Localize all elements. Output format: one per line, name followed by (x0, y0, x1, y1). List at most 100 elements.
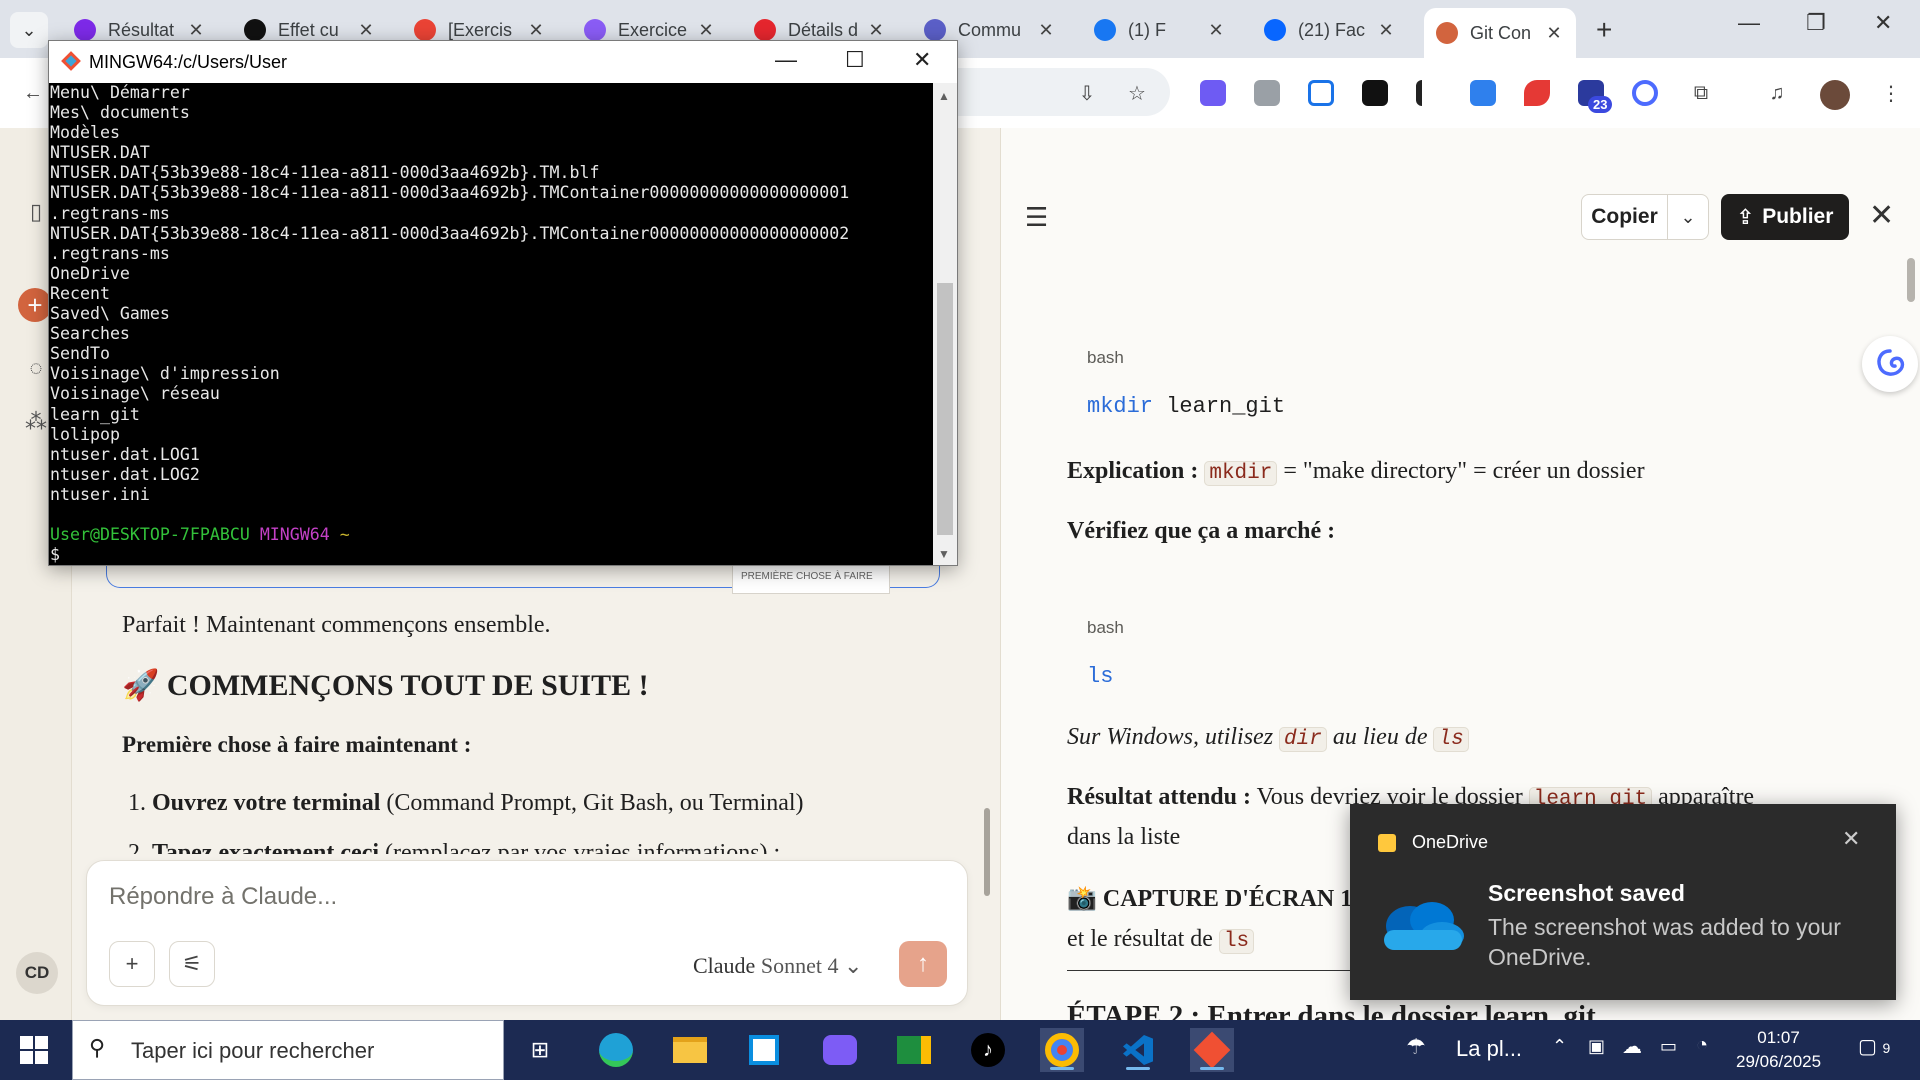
terminal-line: SendTo (50, 344, 110, 364)
tiktok-icon[interactable]: ♪ (966, 1028, 1010, 1072)
user-avatar[interactable]: CD (16, 952, 58, 994)
publish-button[interactable]: ⇪ Publier (1721, 194, 1849, 240)
weather-icon[interactable]: ☂ (1406, 1034, 1426, 1060)
onedrive-notification[interactable]: OneDrive ✕ Screenshot saved The screensh… (1350, 804, 1896, 1000)
restore-window-button[interactable]: ❐ (1806, 10, 1826, 36)
extension-sparkle-icon[interactable] (1200, 80, 1226, 106)
battery-icon[interactable]: ▭ (1660, 1036, 1677, 1057)
model-selector[interactable]: Claude Sonnet 4 ⌄ (693, 953, 862, 979)
back-icon[interactable]: ← (18, 78, 48, 108)
close-tab-icon[interactable]: ✕ (696, 20, 716, 41)
edge-icon[interactable] (594, 1028, 638, 1072)
browser-tab[interactable]: (1) F ✕ (1082, 10, 1238, 50)
new-chat-button[interactable]: + (18, 288, 52, 322)
profile-avatar[interactable] (1820, 80, 1850, 110)
close-tab-icon[interactable]: ✕ (1206, 20, 1226, 41)
minimize-window-button[interactable]: — (1738, 10, 1760, 36)
file-explorer-icon[interactable] (668, 1028, 712, 1072)
wifi-icon[interactable]: ◔ (1696, 1034, 1708, 1057)
copy-button[interactable]: Copier (1582, 194, 1668, 240)
terminal-line: Saved\ Games (50, 304, 170, 324)
composer-input[interactable]: Répondre à Claude... (109, 883, 337, 911)
code-block[interactable]: mkdir learn_git (1087, 394, 1285, 419)
code-block[interactable]: ls (1087, 664, 1113, 689)
message-composer[interactable]: Répondre à Claude... + ⚟ Claude Sonnet 4… (86, 860, 968, 1006)
terminal-output[interactable]: Menu\ Démarrer Mes\ documents Modèles NTUSE… (50, 83, 930, 565)
extension-deepseek-icon[interactable] (1632, 80, 1658, 106)
tab-search-button[interactable]: ⌄ (10, 12, 48, 48)
close-tab-icon[interactable]: ✕ (1544, 23, 1564, 44)
projects-icon[interactable]: ⁂ (22, 408, 50, 436)
chevron-up-icon[interactable]: ⌃ (1552, 1036, 1567, 1057)
extension-eyedropper-icon[interactable] (1416, 80, 1442, 106)
windows-start-icon[interactable] (20, 1036, 48, 1064)
terminal-window[interactable]: MINGW64:/c/Users/User — ☐ ✕ Menu\ Démarr… (48, 40, 958, 566)
terminal-line: NTUSER.DAT (50, 143, 150, 163)
chrome-icon[interactable] (1040, 1028, 1084, 1072)
scroll-down-icon[interactable]: ▼ (938, 547, 950, 561)
deepseek-floating-icon[interactable] (1862, 336, 1918, 392)
task-view-icon[interactable]: ⊞ (518, 1028, 562, 1072)
notifications-button[interactable]: ▢ 9 (1858, 1034, 1890, 1059)
media-control-icon[interactable]: ♫ (1762, 78, 1792, 108)
close-icon[interactable]: ✕ (1842, 826, 1860, 852)
close-icon[interactable]: ✕ (1869, 198, 1894, 233)
maximize-icon[interactable]: ☐ (845, 47, 865, 73)
chats-icon[interactable]: ◌ (22, 354, 50, 382)
onedrive-tray-icon[interactable]: ☁ (1622, 1034, 1642, 1059)
terminal-input-line[interactable]: $ (50, 545, 930, 565)
table-of-contents-icon[interactable]: ☰ (1025, 202, 1048, 233)
terminal-scrollbar[interactable]: ▲ ▼ (933, 83, 957, 565)
toast-body: The screenshot was added to your OneDriv… (1488, 914, 1841, 970)
browser-tab[interactable]: (21) Fac ✕ (1252, 10, 1408, 50)
bookmark-star-icon[interactable]: ☆ (1122, 78, 1152, 108)
terminal-line: .regtrans-ms (50, 243, 170, 263)
chevron-down-icon[interactable]: ⌄ (1668, 207, 1708, 228)
scroll-up-icon[interactable]: ▲ (938, 89, 950, 103)
extension-bird-icon[interactable] (1524, 80, 1550, 106)
close-window-button[interactable]: ✕ (1874, 10, 1892, 36)
terminal-line: Searches (50, 324, 130, 344)
close-tab-icon[interactable]: ✕ (186, 20, 206, 41)
extensions-puzzle-icon[interactable]: ⧉ (1686, 78, 1716, 108)
device-icon[interactable]: ▣ (1588, 1036, 1605, 1057)
extension-badge: 23 (1588, 96, 1613, 113)
copy-button-group[interactable]: Copier ⌄ (1581, 194, 1709, 240)
browser-tab[interactable]: Git Con ✕ (1424, 8, 1576, 58)
close-tab-icon[interactable]: ✕ (1376, 20, 1396, 41)
tools-settings-button[interactable]: ⚟ (169, 941, 215, 987)
tab-title: (21) Fac (1298, 19, 1366, 40)
sidebar-toggle-icon[interactable]: ▯ (22, 198, 50, 226)
chat-scrollbar[interactable] (984, 808, 990, 896)
close-tab-icon[interactable]: ✕ (1036, 20, 1056, 41)
close-tab-icon[interactable]: ✕ (356, 20, 376, 41)
git-bash-taskbar-icon[interactable] (1190, 1028, 1234, 1072)
microsoft-store-icon[interactable] (742, 1028, 786, 1072)
install-app-icon[interactable]: ⇩ (1072, 78, 1102, 108)
extension-notion-icon[interactable] (1362, 80, 1388, 106)
extension-download-icon[interactable] (1470, 80, 1496, 106)
system-clock[interactable]: 01:07 29/06/2025 (1736, 1026, 1821, 1074)
add-attachment-button[interactable]: + (109, 941, 155, 987)
terminal-title-bar[interactable]: MINGW64:/c/Users/User — ☐ ✕ (49, 41, 957, 83)
camera-icon: 📸 (1067, 886, 1097, 912)
vscode-icon[interactable] (1116, 1028, 1160, 1072)
m365-icon[interactable] (818, 1028, 862, 1072)
send-button[interactable]: ↑ (899, 941, 947, 987)
meet-icon[interactable] (892, 1028, 936, 1072)
terminal-line: NTUSER.DAT{53b39e88-18c4-11ea-a811-000d3… (50, 183, 850, 203)
taskbar-search[interactable]: ⚲ Taper ici pour rechercher (72, 1020, 504, 1080)
close-tab-icon[interactable]: ✕ (526, 20, 546, 41)
scrollbar-thumb[interactable] (937, 283, 953, 535)
new-tab-button[interactable]: + (1596, 14, 1612, 46)
close-tab-icon[interactable]: ✕ (866, 20, 886, 41)
artifact-scrollbar[interactable] (1907, 258, 1915, 302)
extension-code-icon[interactable] (1254, 80, 1280, 106)
browser-menu-icon[interactable]: ⋮ (1876, 78, 1906, 108)
weather-text[interactable]: La pl... (1456, 1036, 1522, 1062)
close-icon[interactable]: ✕ (913, 47, 931, 73)
extension-search-icon[interactable] (1308, 80, 1334, 106)
minimize-icon[interactable]: — (775, 47, 797, 73)
terminal-title: MINGW64:/c/Users/User (89, 52, 288, 72)
